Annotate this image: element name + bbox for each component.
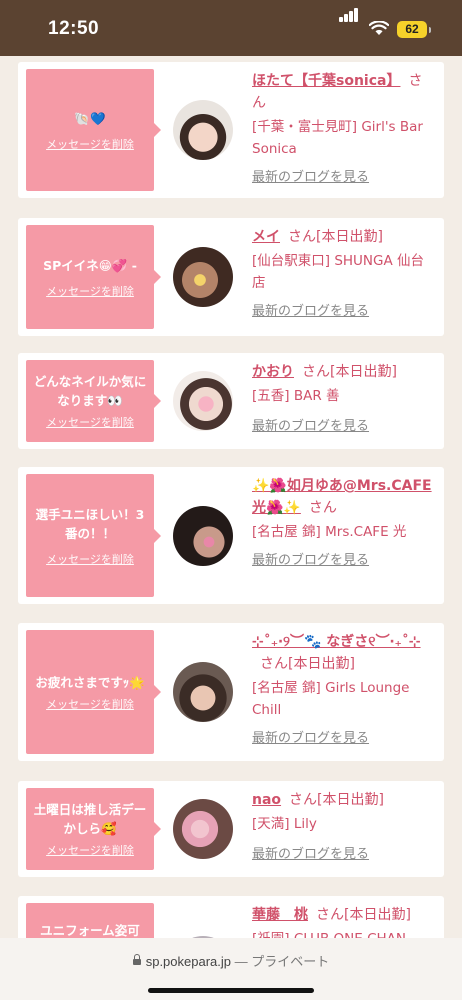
shop-link[interactable]: [五香] BAR 善 [252, 385, 436, 407]
cast-name-link[interactable]: ✨🌺如月ゆあ@Mrs.CAFE光🌺✨ [252, 478, 432, 516]
honorific: さん[本日出勤] [288, 229, 383, 245]
message-bubble: 選手ユニほしい！3番の！！ メッセージを削除 [26, 474, 161, 597]
delete-message-link[interactable]: メッセージを削除 [46, 842, 134, 858]
delete-message-link[interactable]: メッセージを削除 [46, 283, 134, 299]
url-separator: — [234, 954, 248, 969]
list-item: 選手ユニほしい！3番の！！ メッセージを削除 ✨🌺如月ゆあ@Mrs.CAFE光🌺… [18, 467, 444, 604]
cast-name-link[interactable]: 華藤 桃 [252, 907, 308, 923]
cast-name-link[interactable]: ⊹˚₊‧୨︶🐾 なぎさ୧︶‧₊˚⊹ [252, 634, 421, 650]
honorific: さん[本日出勤] [302, 364, 397, 380]
latest-blog-link[interactable]: 最新のブログを見る [252, 300, 436, 319]
latest-blog-link[interactable]: 最新のブログを見る [252, 415, 436, 434]
message-bubble: SPイイネ😁💞 - メッセージを削除 [26, 225, 161, 329]
avatar[interactable] [173, 662, 233, 722]
cast-name-link[interactable]: かおり [252, 364, 294, 380]
latest-blog-link[interactable]: 最新のブログを見る [252, 549, 436, 568]
lock-icon [132, 954, 141, 965]
cast-name-link[interactable]: nao [252, 792, 281, 808]
cast-name-link[interactable]: ほたて【千葉sonica】 [252, 73, 400, 89]
wifi-icon [368, 20, 390, 40]
avatar[interactable] [173, 506, 233, 566]
message-text: お疲れさまですｯ🌟 [35, 674, 145, 690]
list-item: どんなネイルか気になります👀 メッセージを削除 かおり さん[本日出勤] [五香]… [18, 353, 444, 449]
battery-icon: 62 [397, 21, 431, 38]
delete-message-link[interactable]: メッセージを削除 [46, 551, 134, 567]
list-item: お疲れさまですｯ🌟 メッセージを削除 ⊹˚₊‧୨︶🐾 なぎさ୧︶‧₊˚⊹ さん[本… [18, 623, 444, 761]
avatar[interactable] [173, 100, 233, 160]
shop-link[interactable]: [天満] Lily [252, 813, 436, 835]
honorific: さん[本日出勤] [316, 907, 411, 923]
list-item: 🐚💙 メッセージを削除 ほたて【千葉sonica】 さん [千葉・富士見町] Gi… [18, 62, 444, 198]
status-bar: 12:50 62 [0, 0, 462, 56]
list-item: SPイイネ😁💞 - メッセージを削除 メイ さん[本日出勤] [仙台駅東口] SH… [18, 218, 444, 336]
message-bubble: お疲れさまですｯ🌟 メッセージを削除 [26, 630, 161, 754]
delete-message-link[interactable]: メッセージを削除 [46, 696, 134, 712]
shop-link[interactable]: [仙台駅東口] SHUNGA 仙台店 [252, 250, 436, 294]
honorific: さん[本日出勤] [260, 656, 355, 672]
status-time: 12:50 [48, 18, 100, 39]
home-indicator[interactable] [148, 988, 314, 993]
avatar[interactable] [173, 247, 233, 307]
address-bar[interactable]: sp.pokepara.jp — プライベート [0, 951, 462, 970]
avatar[interactable] [173, 799, 233, 859]
message-text: SPイイネ😁💞 - [43, 257, 137, 273]
avatar[interactable] [173, 371, 233, 431]
message-bubble: どんなネイルか気になります👀 メッセージを削除 [26, 360, 161, 442]
latest-blog-link[interactable]: 最新のブログを見る [252, 727, 436, 746]
message-bubble: 🐚💙 メッセージを削除 [26, 69, 161, 191]
cast-name-link[interactable]: メイ [252, 229, 280, 245]
shop-link[interactable]: [名古屋 錦] Mrs.CAFE 光 [252, 521, 436, 543]
browser-bar: sp.pokepara.jp — プライベート [0, 938, 462, 1000]
delete-message-link[interactable]: メッセージを削除 [46, 136, 134, 152]
list-item: 土曜日は推し活デーかしら🥰 メッセージを削除 nao さん[本日出勤] [天満] … [18, 781, 444, 877]
private-mode-label: プライベート [251, 954, 330, 969]
message-text: 土曜日は推し活デーかしら🥰 [33, 802, 147, 836]
shop-link[interactable]: [千葉・富士見町] Girl's Bar Sonica [252, 116, 436, 160]
honorific: さん [308, 500, 337, 516]
shop-link[interactable]: [名古屋 錦] Girls Lounge Chill [252, 677, 436, 721]
message-text: どんなネイルか気になります👀 [33, 374, 147, 408]
delete-message-link[interactable]: メッセージを削除 [46, 414, 134, 430]
url-domain: sp.pokepara.jp [145, 954, 231, 969]
message-text: 🐚💙 [74, 110, 106, 126]
latest-blog-link[interactable]: 最新のブログを見る [252, 843, 436, 862]
message-bubble: 土曜日は推し活デーかしら🥰 メッセージを削除 [26, 788, 161, 870]
honorific: さん[本日出勤] [289, 792, 384, 808]
latest-blog-link[interactable]: 最新のブログを見る [252, 166, 436, 185]
message-text: 選手ユニほしい！3番の！！ [35, 506, 145, 541]
